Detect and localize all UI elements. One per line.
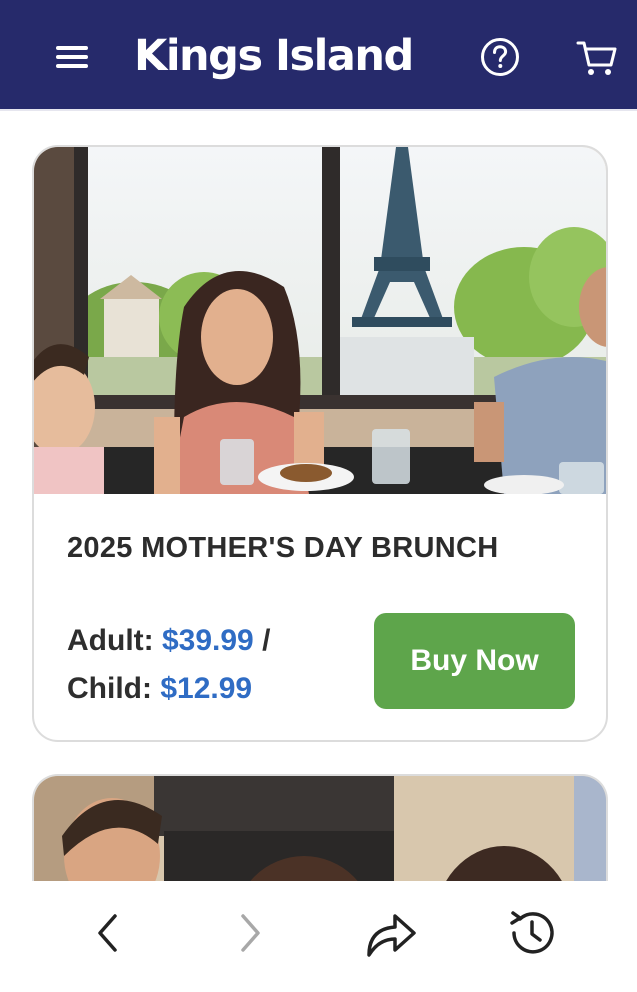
share-arrow-icon[interactable] xyxy=(361,903,421,963)
price-separator: / xyxy=(262,624,271,657)
child-price: $12.99 xyxy=(160,672,253,705)
browser-bottom-bar xyxy=(0,881,637,992)
adult-label: Adult: xyxy=(67,624,154,657)
shopping-cart-icon[interactable] xyxy=(576,38,618,78)
help-question-icon[interactable] xyxy=(480,37,520,77)
child-label: Child: xyxy=(67,672,152,705)
history-clock-icon[interactable] xyxy=(502,903,562,963)
event-card-next[interactable] xyxy=(32,774,608,881)
hamburger-menu-icon[interactable] xyxy=(52,40,92,74)
event-card: 2025 MOTHER'S DAY BRUNCH Adult: $39.99 /… xyxy=(32,145,608,742)
event-photo-next xyxy=(34,776,606,881)
adult-price: $39.99 xyxy=(161,624,254,657)
buy-now-button[interactable]: Buy Now xyxy=(374,613,575,709)
kings-island-logo[interactable]: Kings Island xyxy=(134,26,414,86)
site-header: Kings Island xyxy=(0,0,637,111)
brunch-photo xyxy=(34,147,606,495)
price-info: Adult: $39.99 / Child: $12.99 xyxy=(67,617,270,713)
child-price-line: Child: $12.99 xyxy=(67,665,270,713)
event-list[interactable]: 2025 MOTHER'S DAY BRUNCH Adult: $39.99 /… xyxy=(0,113,637,881)
adult-price-line: Adult: $39.99 / xyxy=(67,617,270,665)
chevron-left-icon[interactable] xyxy=(78,903,138,963)
chevron-right-icon[interactable] xyxy=(220,903,280,963)
event-title: 2025 MOTHER'S DAY BRUNCH xyxy=(67,532,499,564)
